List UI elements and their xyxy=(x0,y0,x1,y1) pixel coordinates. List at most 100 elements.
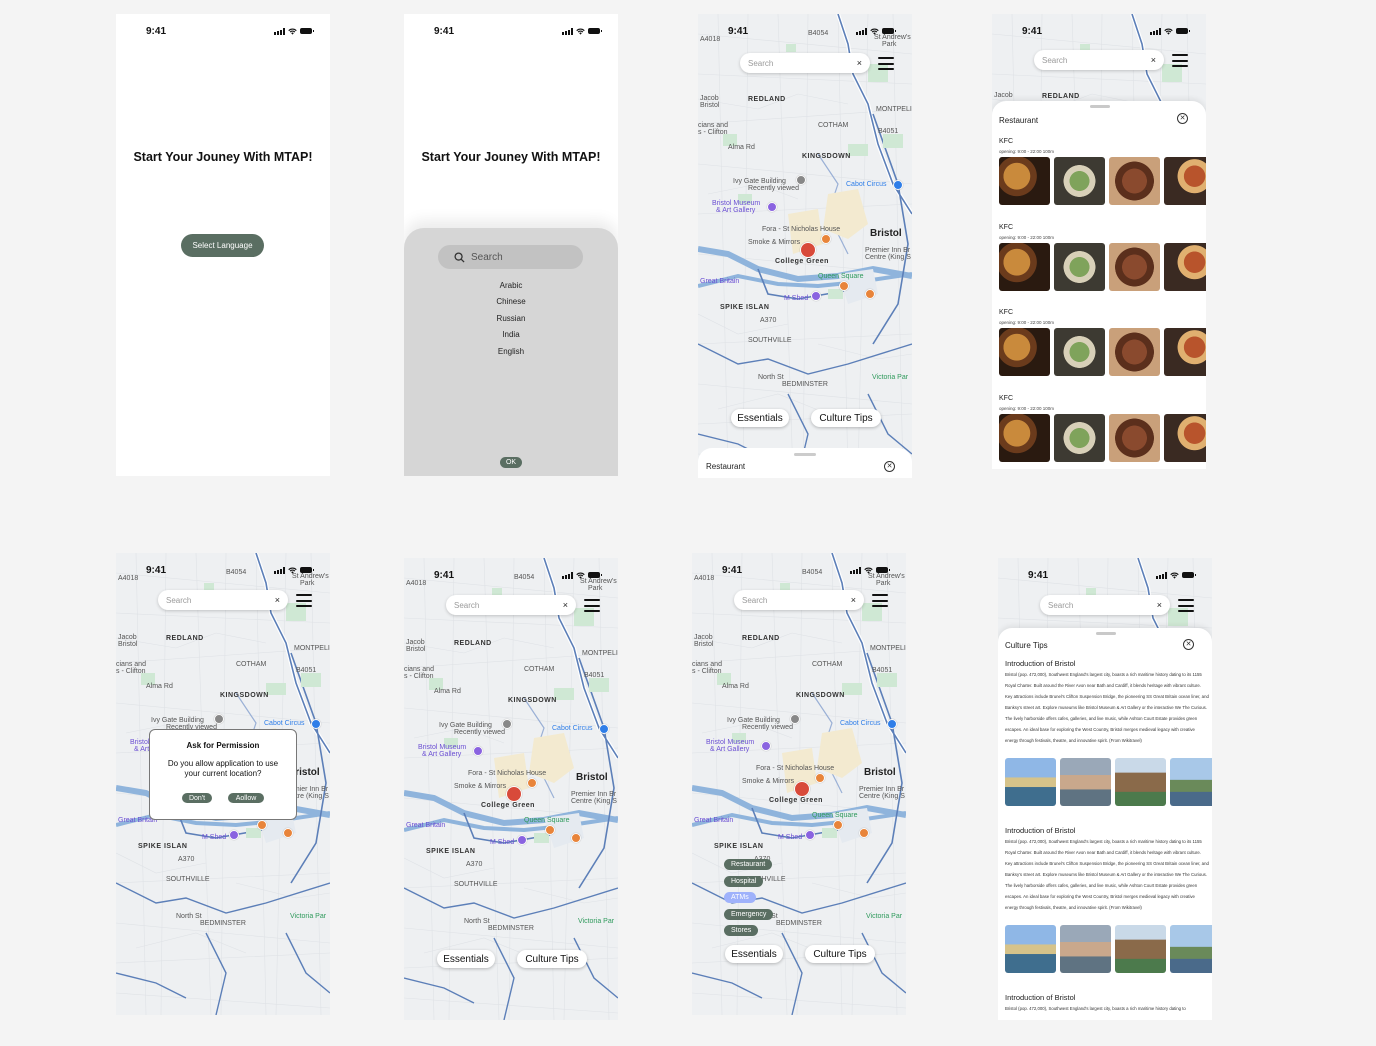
museum-pin-icon[interactable] xyxy=(767,202,777,212)
museum-pin-icon[interactable] xyxy=(761,741,771,751)
clear-icon[interactable]: × xyxy=(857,58,862,68)
essentials-option-stores[interactable]: Stores xyxy=(724,925,759,936)
map-search-input[interactable]: Search × xyxy=(1034,50,1164,70)
food-photo[interactable] xyxy=(1164,242,1206,291)
map-search-input[interactable]: Search × xyxy=(734,590,864,610)
location-pin-icon[interactable] xyxy=(506,786,522,802)
food-photo[interactable] xyxy=(999,328,1050,376)
food-photo[interactable] xyxy=(1054,413,1105,462)
drag-handle[interactable] xyxy=(1090,105,1110,108)
menu-icon[interactable] xyxy=(1178,599,1194,612)
city-photo[interactable] xyxy=(1115,758,1166,806)
allow-button[interactable]: Aollow xyxy=(228,793,264,803)
museum-pin-icon[interactable] xyxy=(811,291,821,301)
clear-icon[interactable]: × xyxy=(851,595,856,605)
menu-icon[interactable] xyxy=(1172,54,1188,67)
close-icon[interactable]: ✕ xyxy=(884,461,895,472)
language-option[interactable]: Chinese xyxy=(404,294,618,310)
place-pin-icon[interactable] xyxy=(311,719,321,729)
close-icon[interactable]: ✕ xyxy=(1177,113,1188,124)
select-language-button[interactable]: Select Language xyxy=(181,234,264,257)
restaurant-pin-icon[interactable] xyxy=(571,833,581,843)
essentials-button[interactable]: Essentials xyxy=(725,945,783,963)
food-photo[interactable] xyxy=(1164,413,1206,462)
food-photo[interactable] xyxy=(1164,328,1206,376)
ok-button[interactable]: OK xyxy=(500,457,522,468)
food-photo[interactable] xyxy=(999,157,1050,205)
city-photo[interactable] xyxy=(1115,925,1166,973)
city-photo[interactable] xyxy=(1060,925,1111,973)
food-photo[interactable] xyxy=(999,413,1050,462)
city-photo[interactable] xyxy=(1170,758,1212,806)
place-pin-icon[interactable] xyxy=(599,724,609,734)
restaurant-item[interactable]: KFC opening: 9:00 - 22:00 100m xyxy=(999,224,1206,291)
place-pin-icon[interactable] xyxy=(796,175,806,185)
clear-icon[interactable]: × xyxy=(1151,55,1156,65)
food-photo[interactable] xyxy=(1054,242,1105,291)
close-icon[interactable]: ✕ xyxy=(1183,639,1194,650)
restaurant-item[interactable]: KFC opening: 9:00 - 22:00 100m xyxy=(999,309,1206,376)
restaurant-pin-icon[interactable] xyxy=(865,289,875,299)
location-pin-icon[interactable] xyxy=(800,242,816,258)
menu-icon[interactable] xyxy=(872,594,888,607)
restaurant-item[interactable]: KFC opening: 9:00 - 22:00 100m xyxy=(999,395,1206,462)
restaurant-item[interactable]: KFC opening: 9:00 - 22:00 100m xyxy=(999,138,1206,205)
restaurant-pin-icon[interactable] xyxy=(859,828,869,838)
clear-icon[interactable]: × xyxy=(1157,600,1162,610)
food-photo[interactable] xyxy=(999,242,1050,291)
drag-handle[interactable] xyxy=(794,453,816,456)
food-photo[interactable] xyxy=(1109,413,1160,462)
restaurant-pin-icon[interactable] xyxy=(839,281,849,291)
museum-pin-icon[interactable] xyxy=(805,830,815,840)
culture-tips-button[interactable]: Culture Tips xyxy=(805,945,875,963)
map-search-input[interactable]: Search × xyxy=(740,53,870,73)
restaurant-pin-icon[interactable] xyxy=(545,825,555,835)
restaurant-pin-icon[interactable] xyxy=(833,820,843,830)
language-option[interactable]: India xyxy=(404,327,618,343)
language-search-input[interactable]: Search xyxy=(438,245,583,269)
drag-handle[interactable] xyxy=(1096,632,1116,635)
food-photo[interactable] xyxy=(1109,242,1160,291)
place-pin-icon[interactable] xyxy=(502,719,512,729)
restaurant-pin-icon[interactable] xyxy=(821,234,831,244)
city-photo[interactable] xyxy=(1005,925,1056,973)
language-option[interactable]: Russian xyxy=(404,311,618,327)
city-photo[interactable] xyxy=(1005,758,1056,806)
essentials-option-atms[interactable]: ATMs xyxy=(724,892,756,903)
museum-pin-icon[interactable] xyxy=(229,830,239,840)
restaurant-strip[interactable]: Restaurant ✕ xyxy=(698,448,912,478)
museum-pin-icon[interactable] xyxy=(517,835,527,845)
clear-icon[interactable]: × xyxy=(563,600,568,610)
menu-icon[interactable] xyxy=(584,599,600,612)
food-photo[interactable] xyxy=(1054,328,1105,376)
culture-tips-button[interactable]: Culture Tips xyxy=(517,950,587,968)
culture-tips-button[interactable]: Culture Tips xyxy=(811,409,881,427)
dont-allow-button[interactable]: Don't xyxy=(182,793,212,803)
menu-icon[interactable] xyxy=(296,594,312,607)
map-search-input[interactable]: Search × xyxy=(1040,595,1170,615)
place-pin-icon[interactable] xyxy=(893,180,903,190)
restaurant-pin-icon[interactable] xyxy=(283,828,293,838)
map-search-input[interactable]: Search × xyxy=(446,595,576,615)
city-photo[interactable] xyxy=(1060,758,1111,806)
menu-icon[interactable] xyxy=(878,57,894,70)
restaurant-pin-icon[interactable] xyxy=(257,820,267,830)
city-photo[interactable] xyxy=(1170,925,1212,973)
essentials-button[interactable]: Essentials xyxy=(437,950,495,968)
map-search-input[interactable]: Search × xyxy=(158,590,288,610)
food-photo[interactable] xyxy=(1164,157,1206,205)
restaurant-pin-icon[interactable] xyxy=(815,773,825,783)
place-pin-icon[interactable] xyxy=(790,714,800,724)
food-photo[interactable] xyxy=(1109,328,1160,376)
food-photo[interactable] xyxy=(1054,157,1105,205)
clear-icon[interactable]: × xyxy=(275,595,280,605)
location-pin-icon[interactable] xyxy=(794,781,810,797)
essentials-button[interactable]: Essentials xyxy=(731,409,789,427)
essentials-option-hospital[interactable]: Hospital xyxy=(724,876,764,887)
essentials-option-restaurant[interactable]: Restaurant xyxy=(724,859,773,870)
language-option[interactable]: English xyxy=(404,344,618,360)
language-option[interactable]: Arabic xyxy=(404,278,618,294)
restaurant-pin-icon[interactable] xyxy=(527,778,537,788)
museum-pin-icon[interactable] xyxy=(473,746,483,756)
place-pin-icon[interactable] xyxy=(214,714,224,724)
